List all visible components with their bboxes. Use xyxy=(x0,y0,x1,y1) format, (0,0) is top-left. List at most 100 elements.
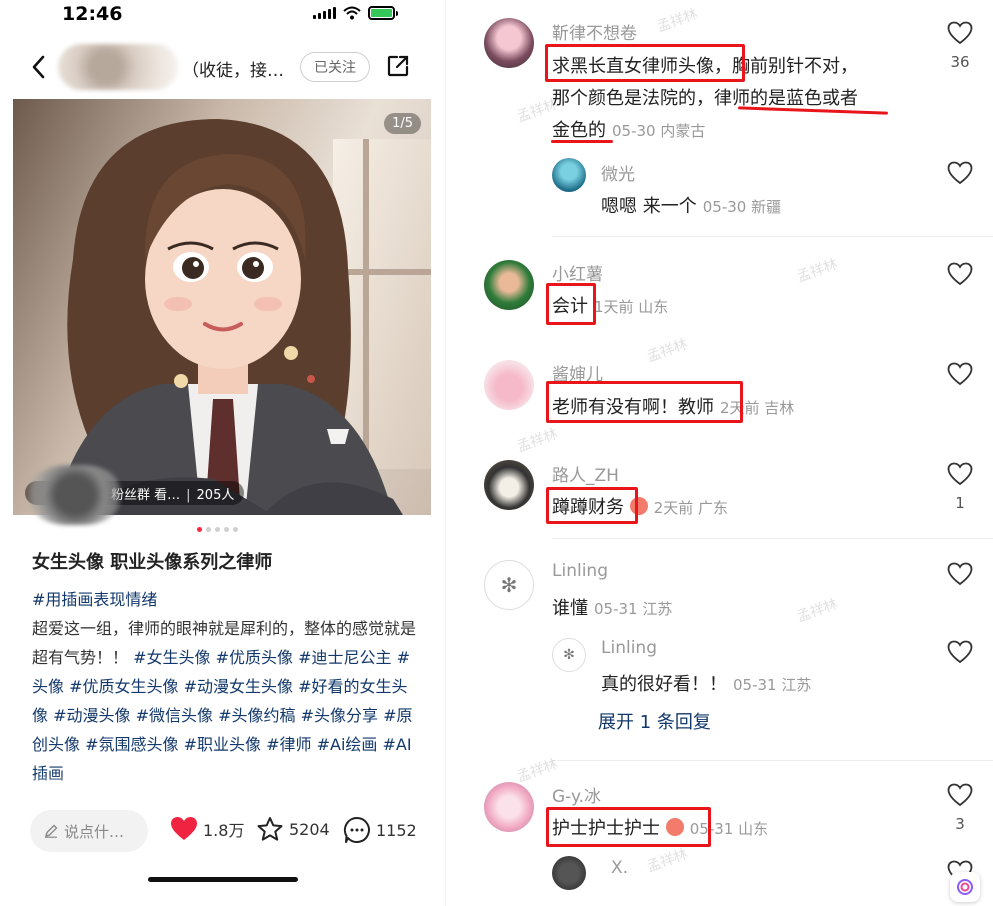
comment-meta: 05-30 新疆 xyxy=(702,198,782,216)
heart-icon[interactable] xyxy=(947,161,973,185)
pencil-icon xyxy=(44,824,58,838)
author-name[interactable]: （收徒，接… xyxy=(182,56,284,81)
heart-icon[interactable] xyxy=(947,21,973,45)
like-count: 1.8万 xyxy=(203,821,245,840)
description-fade xyxy=(0,775,445,805)
avatar[interactable] xyxy=(484,260,534,310)
watermark: 孟祥林 xyxy=(794,256,840,286)
avatar[interactable] xyxy=(484,460,534,510)
comment-placeholder: 说点什… xyxy=(64,822,125,841)
status-time: 12:46 xyxy=(62,3,123,25)
heart-icon[interactable] xyxy=(947,262,973,286)
highlight-box xyxy=(546,381,743,423)
watermark: 孟祥林 xyxy=(644,846,690,876)
bluetooth-avatar-icon[interactable]: ✻ xyxy=(552,638,586,672)
follow-button[interactable]: 已关注 xyxy=(300,52,370,82)
hashtag[interactable]: #优质女生头像 xyxy=(69,677,184,696)
hashtag[interactable]: #动漫女生头像 xyxy=(184,677,299,696)
bluetooth-avatar-icon[interactable]: ✻ xyxy=(484,560,534,610)
hashtag[interactable]: #职业头像 xyxy=(184,735,267,754)
comment-username[interactable]: G-y.冰 xyxy=(552,782,601,807)
comment-username[interactable]: 小红薯 xyxy=(552,260,603,285)
comment-username[interactable]: Linling xyxy=(552,561,608,581)
hashtag[interactable]: #优质头像 xyxy=(216,648,299,667)
star-icon xyxy=(257,817,283,841)
heart-icon[interactable] xyxy=(947,640,973,664)
comment-text-line2: 那个颜色是法院的，律师的是蓝色或者 xyxy=(552,88,858,109)
highlight-box xyxy=(545,44,745,82)
heart-icon[interactable] xyxy=(947,783,973,807)
hashtag[interactable]: #动漫头像 xyxy=(53,706,136,725)
comment-meta: 1天前 山东 xyxy=(594,298,669,316)
hashtag[interactable]: #Ai绘画 xyxy=(317,735,383,754)
comment-text: 谁懂 05-31 江苏 xyxy=(552,598,673,619)
engagement-bar: 说点什… 1.8万 5204 1152 xyxy=(0,808,445,856)
status-bar: 12:46 xyxy=(0,0,445,30)
spiral-icon xyxy=(957,879,973,895)
share-icon[interactable] xyxy=(386,54,410,78)
avatar[interactable] xyxy=(552,856,586,890)
note-description: #用插画表现情绪 超爱这一组，律师的眼神就是犀利的，整体的感觉就是超有气势！！ … xyxy=(32,585,422,788)
like-button[interactable]: 1.8万 xyxy=(170,816,244,842)
topic-tag[interactable]: #用插画表现情绪 xyxy=(32,585,422,614)
comment-username[interactable]: 路人_ZH xyxy=(552,461,619,486)
collect-button[interactable]: 5204 xyxy=(256,816,330,842)
comments-panel: 靳律不想卷 求黑长直女律师头像，胸前别针不对， 那个颜色是法院的，律师的是蓝色或… xyxy=(446,0,993,906)
home-indicator xyxy=(148,877,298,882)
watermark: 孟祥林 xyxy=(644,336,690,366)
ai-assistant-icon[interactable] xyxy=(950,872,980,902)
avatar[interactable] xyxy=(484,360,534,410)
hashtag[interactable]: #头像约稿 xyxy=(218,706,301,725)
fan-count: 205人 xyxy=(196,488,235,503)
wifi-icon xyxy=(343,6,361,20)
lawyer-illustration xyxy=(53,119,431,515)
watermark: 孟祥林 xyxy=(654,6,700,36)
cover-image[interactable]: 1/5 粉丝群 看… | 205人 xyxy=(13,99,431,515)
expand-replies-link[interactable]: 展开 1 条回复 xyxy=(598,708,711,734)
like-count: 36 xyxy=(950,53,970,71)
comment-text-line3: 金色的 05-30 内蒙古 xyxy=(552,120,706,141)
divider xyxy=(552,538,993,539)
comment-button[interactable]: 1152 xyxy=(343,816,417,844)
redaction-scribble xyxy=(30,465,120,525)
hashtag[interactable]: #律师 xyxy=(266,735,317,754)
avatar[interactable] xyxy=(552,158,586,192)
back-icon[interactable] xyxy=(30,54,48,80)
page-indicator: 1/5 xyxy=(384,113,421,134)
highlight-box xyxy=(546,807,711,847)
avatar[interactable] xyxy=(484,18,534,68)
comment-username[interactable]: Linling xyxy=(601,638,657,658)
comment-bubble-icon xyxy=(343,816,370,843)
like-count: 1 xyxy=(955,494,965,512)
heart-icon[interactable] xyxy=(947,562,973,586)
fan-group-label: 粉丝群 看… xyxy=(111,488,181,503)
comment-meta: 05-31 江苏 xyxy=(594,600,673,618)
heart-filled-icon xyxy=(171,817,197,840)
note-panel: 12:46 （收徒，接… 已关注 1/5 粉丝群 看… | 205人 女生头像 … xyxy=(0,0,445,906)
watermark: 孟祥林 xyxy=(514,426,560,456)
author-avatar[interactable] xyxy=(58,44,178,90)
watermark: 孟祥林 xyxy=(794,596,840,626)
carousel-dots xyxy=(197,527,238,532)
comment-count: 1152 xyxy=(376,820,417,840)
avatar[interactable] xyxy=(484,782,534,832)
collect-count: 5204 xyxy=(289,819,330,839)
comment-input[interactable]: 说点什… xyxy=(30,810,148,852)
comment-username[interactable]: X. xyxy=(611,858,628,878)
comment-text: 嗯嗯 来一个 05-30 新疆 xyxy=(601,196,782,217)
hashtag[interactable]: #微信头像 xyxy=(136,706,219,725)
comment-username[interactable]: 微光 xyxy=(601,160,635,185)
comment-text: 真的很好看！！ 05-31 江苏 xyxy=(601,674,812,695)
comment-username[interactable]: 靳律不想卷 xyxy=(552,19,637,44)
heart-icon[interactable] xyxy=(947,362,973,386)
hashtag[interactable]: #头像分享 xyxy=(301,706,384,725)
hashtag[interactable]: #迪士尼公主 xyxy=(298,648,397,667)
note-header: （收徒，接… 已关注 xyxy=(0,40,445,92)
hashtag[interactable]: #女生头像 xyxy=(133,648,216,667)
heart-icon[interactable] xyxy=(947,462,973,486)
tag-list: #女生头像 #优质头像 #迪士尼公主 #头像 #优质女生头像 #动漫女生头像 #… xyxy=(32,648,413,783)
battery-icon xyxy=(368,6,398,20)
like-count: 3 xyxy=(955,815,965,833)
divider xyxy=(552,236,993,237)
hashtag[interactable]: #氛围感头像 xyxy=(85,735,184,754)
